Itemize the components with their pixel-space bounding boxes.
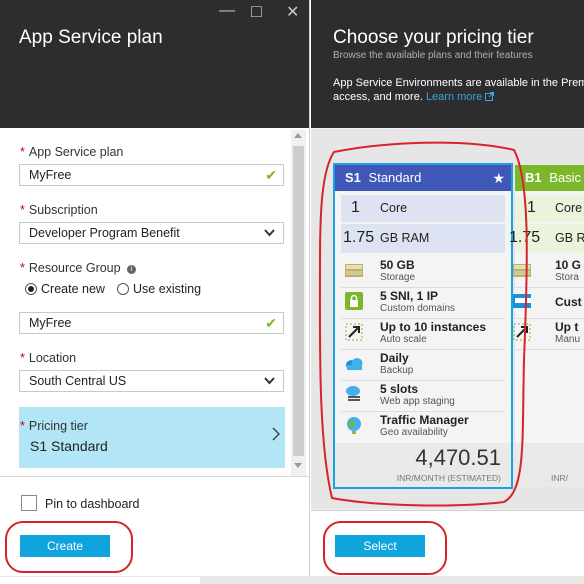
plan-name-input[interactable]: MyFree ✔ [19,164,284,186]
learn-more-link[interactable]: Learn more [426,91,482,103]
scroll-up-icon[interactable] [294,133,302,138]
left-scrollbar-thumb[interactable] [293,146,304,456]
check-icon: ✔ [265,167,277,183]
location-label: * Location [20,351,76,365]
maximize-icon[interactable]: □ [251,1,262,22]
bottom-scroll-thumb[interactable] [0,577,200,584]
pin-checkbox[interactable] [21,495,37,511]
cores-label: Core [555,201,583,215]
annotation-circle [5,521,133,573]
required-mark: * [20,261,25,275]
external-link-icon [485,92,495,101]
subscription-label-text: Subscription [28,203,98,217]
radio-unselected-icon [117,283,129,295]
pricing-tier-row[interactable]: * Pricing tier S1 Standard [19,407,285,468]
required-mark: * [20,203,25,217]
plan-name-value: MyFree [29,168,72,182]
annotation-circle [323,521,447,575]
scroll-down-icon[interactable] [294,463,302,468]
ase-note-line2: access, and more. [333,91,423,103]
required-mark: * [20,145,25,159]
subscription-select[interactable]: Developer Program Benefit [19,222,284,244]
pricing-title: Choose your pricing tier [333,27,534,48]
info-icon[interactable]: i [127,265,137,274]
radio-selected-icon [25,283,37,295]
resource-group-value: MyFree [29,316,72,330]
feature-subtitle: Manu [555,334,581,345]
plan-label-text: App Service plan [28,145,124,159]
resource-group-label: * Resource Group i [20,261,137,275]
subscription-label: * Subscription [20,203,98,217]
chevron-down-icon [264,229,275,237]
subscription-value: Developer Program Benefit [29,226,180,240]
ase-note: App Service Environments are available i… [333,76,584,104]
resource-group-label-text: Resource Group [28,261,121,275]
create-new-label: Create new [41,282,105,296]
required-mark: * [20,351,25,365]
plan-label: * App Service plan [20,145,123,159]
required-mark: * [20,419,25,433]
chevron-right-icon [272,427,280,441]
use-existing-label: Use existing [133,282,202,296]
resource-group-input[interactable]: MyFree ✔ [19,312,284,334]
pricing-tier-value: S1 Standard [30,438,108,454]
chevron-down-icon [264,377,275,385]
pricing-subtitle: Browse the available plans and their fea… [333,50,533,61]
feature-title: 10 G [555,258,582,272]
minimize-icon[interactable]: — [219,2,235,20]
close-icon[interactable]: ✕ [286,2,299,22]
footer-divider [0,476,309,477]
feature-subtitle: Stora [555,272,579,283]
pricing-tier-label-text: Pricing tier [28,419,88,433]
pricing-tier-label: * Pricing tier [20,419,88,433]
tier-name: Basic [549,170,582,185]
pricing-header [311,0,584,128]
ram-label: GB R [555,231,584,245]
location-value: South Central US [29,374,127,388]
pin-label: Pin to dashboard [45,497,140,511]
location-select[interactable]: South Central US [19,370,284,392]
feature-title: Up t [555,320,579,334]
price-unit: INR/ [551,473,568,483]
feature-title: Cust [555,295,582,309]
blade-header [0,0,309,128]
location-label-text: Location [28,351,77,365]
blade-title: App Service plan [19,27,163,48]
check-icon: ✔ [265,315,277,331]
ase-note-line1: App Service Environments are available i… [333,77,584,89]
annotation-circle [318,141,528,507]
